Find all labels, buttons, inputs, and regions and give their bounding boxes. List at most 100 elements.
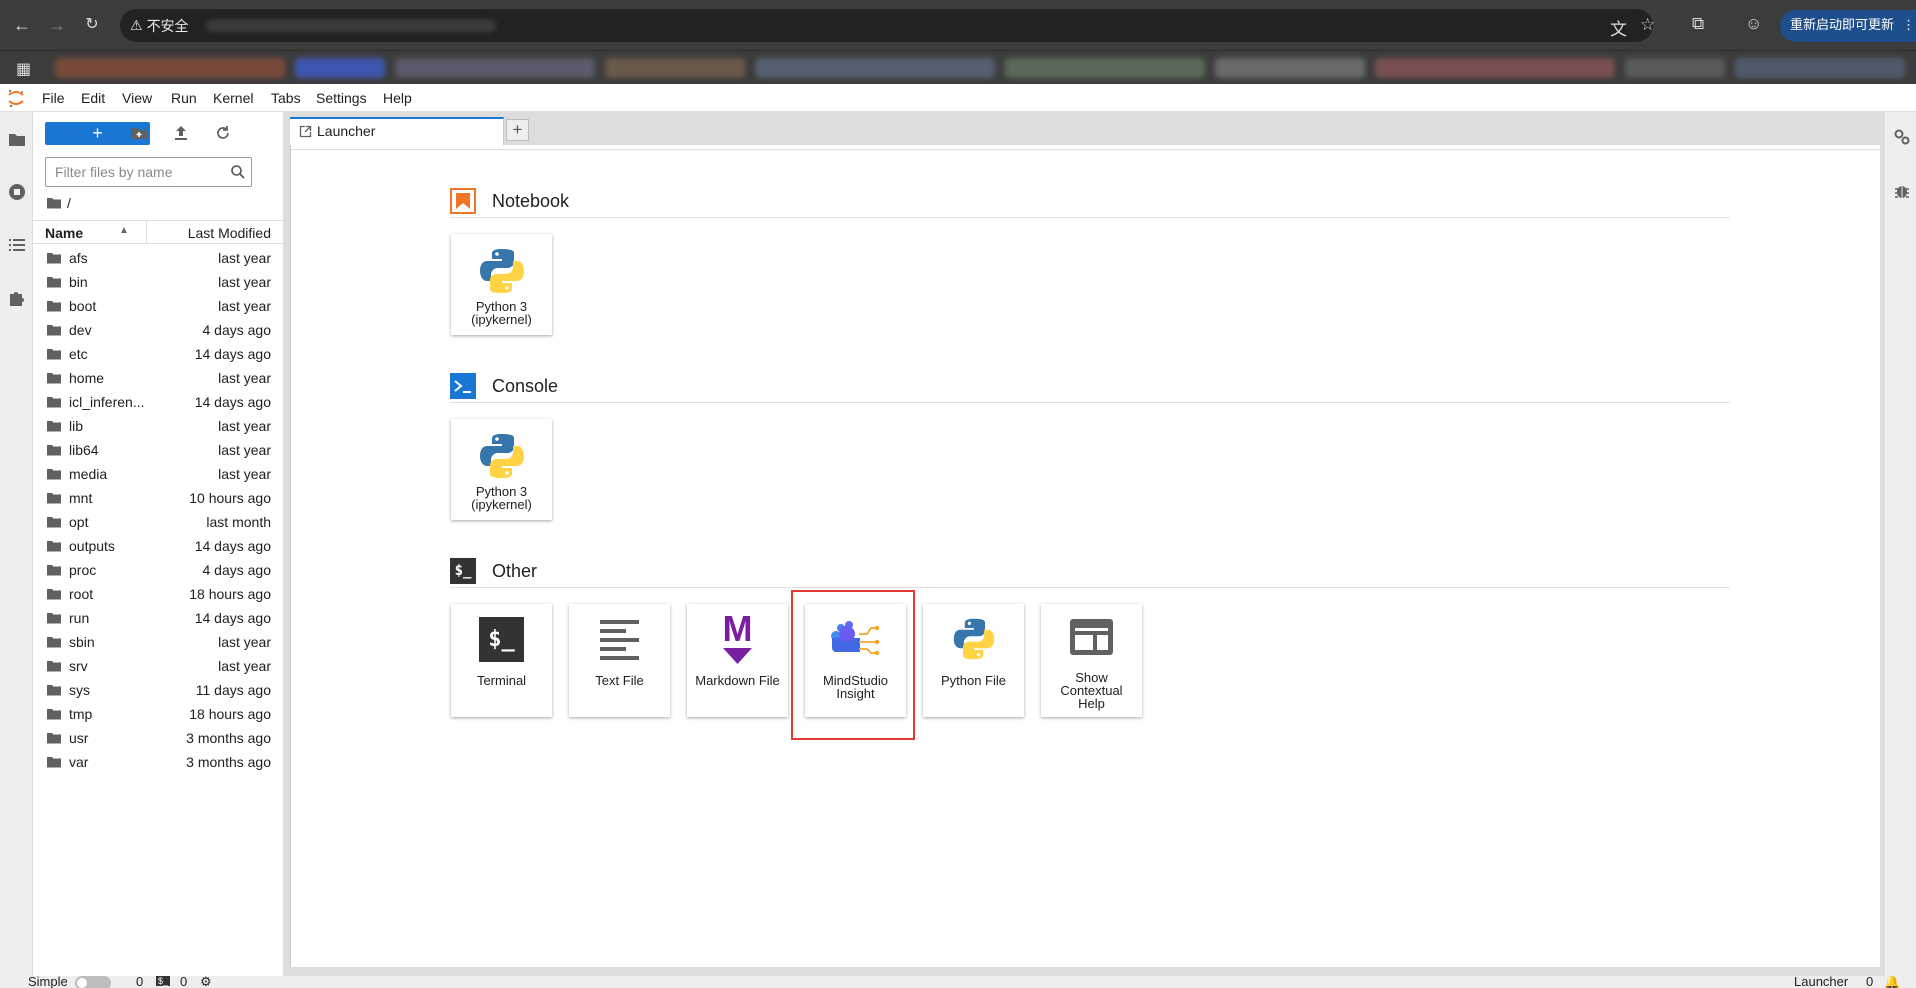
file-list-row[interactable]: boot last year (33, 294, 283, 318)
column-divider[interactable] (146, 221, 147, 244)
launcher-card-terminal[interactable]: $_ Terminal (451, 604, 552, 717)
launcher-card-console-python3[interactable]: Python 3 (ipykernel) (451, 419, 552, 520)
file-list-row[interactable]: lib64 last year (33, 438, 283, 462)
file-list-row[interactable]: root 18 hours ago (33, 582, 283, 606)
tab-launcher[interactable]: Launcher (290, 117, 504, 145)
upload-icon[interactable] (172, 124, 190, 142)
terminals-count[interactable]: 0 (136, 976, 143, 988)
menu-edit[interactable]: Edit (81, 90, 105, 106)
add-tab-button[interactable]: + (506, 119, 529, 141)
folder-icon (47, 661, 61, 672)
bookmark-redacted[interactable] (395, 58, 595, 78)
bookmark-redacted[interactable] (1215, 58, 1365, 78)
file-list-row[interactable]: run 14 days ago (33, 606, 283, 630)
file-list-row[interactable]: afs last year (33, 246, 283, 270)
file-list-row[interactable]: icl_inferen... 14 days ago (33, 390, 283, 414)
home-folder-icon[interactable] (47, 197, 61, 209)
notebook-section-title: Notebook (492, 191, 570, 211)
file-list-row[interactable]: sys 11 days ago (33, 678, 283, 702)
file-modified: last year (218, 274, 271, 290)
file-name: sys (69, 682, 90, 698)
launcher-card-text-file[interactable]: Text File (569, 604, 670, 717)
bookmark-redacted[interactable] (1375, 58, 1615, 78)
file-list-row[interactable]: sbin last year (33, 630, 283, 654)
console-section-header: Console (450, 369, 1730, 403)
bookmark-redacted[interactable] (295, 58, 385, 78)
notification-count[interactable]: 0 (1866, 976, 1873, 988)
file-list-row[interactable]: outputs 14 days ago (33, 534, 283, 558)
folder-icon[interactable] (7, 129, 27, 149)
bookmark-redacted[interactable] (1735, 58, 1905, 78)
file-filter[interactable] (45, 157, 252, 187)
launcher-card-markdown-file[interactable]: M Markdown File (687, 604, 788, 717)
tab-bar: Launcher + (290, 112, 1884, 145)
update-button[interactable]: 重新启动即可更新 ⋮ (1780, 10, 1916, 42)
file-name: bin (69, 274, 88, 290)
panel-splitter[interactable] (283, 112, 290, 976)
back-icon[interactable]: ← (10, 13, 34, 37)
bookmark-star-icon[interactable]: ☆ (1640, 15, 1655, 35)
file-list-row[interactable]: srv last year (33, 654, 283, 678)
bookmark-redacted[interactable] (1625, 58, 1725, 78)
bookmark-redacted[interactable] (1005, 58, 1205, 78)
simple-mode-toggle[interactable] (75, 976, 111, 988)
debugger-bug-icon[interactable] (1893, 182, 1911, 200)
file-list-row[interactable]: var 3 months ago (33, 750, 283, 774)
kebab-menu-icon[interactable]: ⋮ (1902, 18, 1915, 33)
file-list-row[interactable]: lib last year (33, 414, 283, 438)
security-label: 不安全 (146, 19, 189, 35)
file-list-row[interactable]: bin last year (33, 270, 283, 294)
menu-settings[interactable]: Settings (316, 90, 367, 106)
file-list-row[interactable]: tmp 18 hours ago (33, 702, 283, 726)
sort-ascending-icon[interactable]: ▲ (119, 225, 129, 236)
notification-bell-icon[interactable]: 🔔 (1884, 976, 1900, 988)
column-name-header[interactable]: Name (45, 225, 83, 241)
file-list-row[interactable]: mnt 10 hours ago (33, 486, 283, 510)
new-folder-icon[interactable] (130, 124, 148, 142)
menu-kernel[interactable]: Kernel (213, 90, 253, 106)
property-inspector-icon[interactable] (1893, 128, 1911, 146)
bookmark-redacted[interactable] (755, 58, 995, 78)
address-bar[interactable]: ⚠ 不安全 文 ☆ (120, 9, 1655, 42)
file-list-row[interactable]: etc 14 days ago (33, 342, 283, 366)
running-sessions-icon[interactable] (7, 182, 27, 202)
menu-file[interactable]: File (42, 90, 65, 106)
file-list-row[interactable]: opt last month (33, 510, 283, 534)
folder-icon (47, 421, 61, 432)
markdown-icon-letter: M (722, 608, 753, 649)
folder-icon (47, 733, 61, 744)
file-filter-input[interactable] (55, 164, 220, 180)
menu-help[interactable]: Help (383, 90, 412, 106)
column-modified-header[interactable]: Last Modified (188, 225, 271, 241)
breadcrumb-root[interactable]: / (67, 195, 71, 211)
security-indicator[interactable]: ⚠ 不安全 (130, 16, 189, 36)
jupyter-logo-icon[interactable] (6, 88, 26, 108)
file-list-row[interactable]: usr 3 months ago (33, 726, 283, 750)
launcher-card-contextual-help[interactable]: Show Contextual Help (1041, 604, 1142, 717)
file-list-header: Name ▲ Last Modified (33, 220, 283, 244)
reload-icon[interactable]: ↻ (80, 13, 104, 37)
launcher-card-notebook-python3[interactable]: Python 3 (ipykernel) (451, 234, 552, 335)
file-list-row[interactable]: home last year (33, 366, 283, 390)
refresh-icon[interactable] (214, 124, 232, 142)
table-of-contents-icon[interactable] (7, 235, 27, 255)
profile-icon[interactable]: ☺ (1745, 14, 1762, 34)
bookmark-redacted[interactable] (55, 58, 285, 78)
menu-tabs[interactable]: Tabs (271, 90, 301, 106)
other-section: $_ Other $_ Terminal Text File M Markdow… (450, 554, 1730, 754)
menu-view[interactable]: View (122, 90, 152, 106)
menu-run[interactable]: Run (171, 90, 197, 106)
translate-icon[interactable]: 文 (1610, 15, 1627, 40)
bookmark-redacted[interactable] (605, 58, 745, 78)
extensions-icon[interactable]: ⧉ (1692, 14, 1704, 34)
file-name: etc (69, 346, 88, 362)
forward-icon[interactable]: → (45, 13, 69, 37)
file-list-row[interactable]: media last year (33, 462, 283, 486)
launcher-card-python-file[interactable]: Python File (923, 604, 1024, 717)
file-list-row[interactable]: dev 4 days ago (33, 318, 283, 342)
file-name: icl_inferen... (69, 394, 145, 410)
apps-grid-icon[interactable]: ▦ (16, 59, 31, 79)
extension-puzzle-icon[interactable] (7, 288, 27, 308)
file-list-row[interactable]: proc 4 days ago (33, 558, 283, 582)
kernels-count[interactable]: 0 (180, 976, 187, 988)
